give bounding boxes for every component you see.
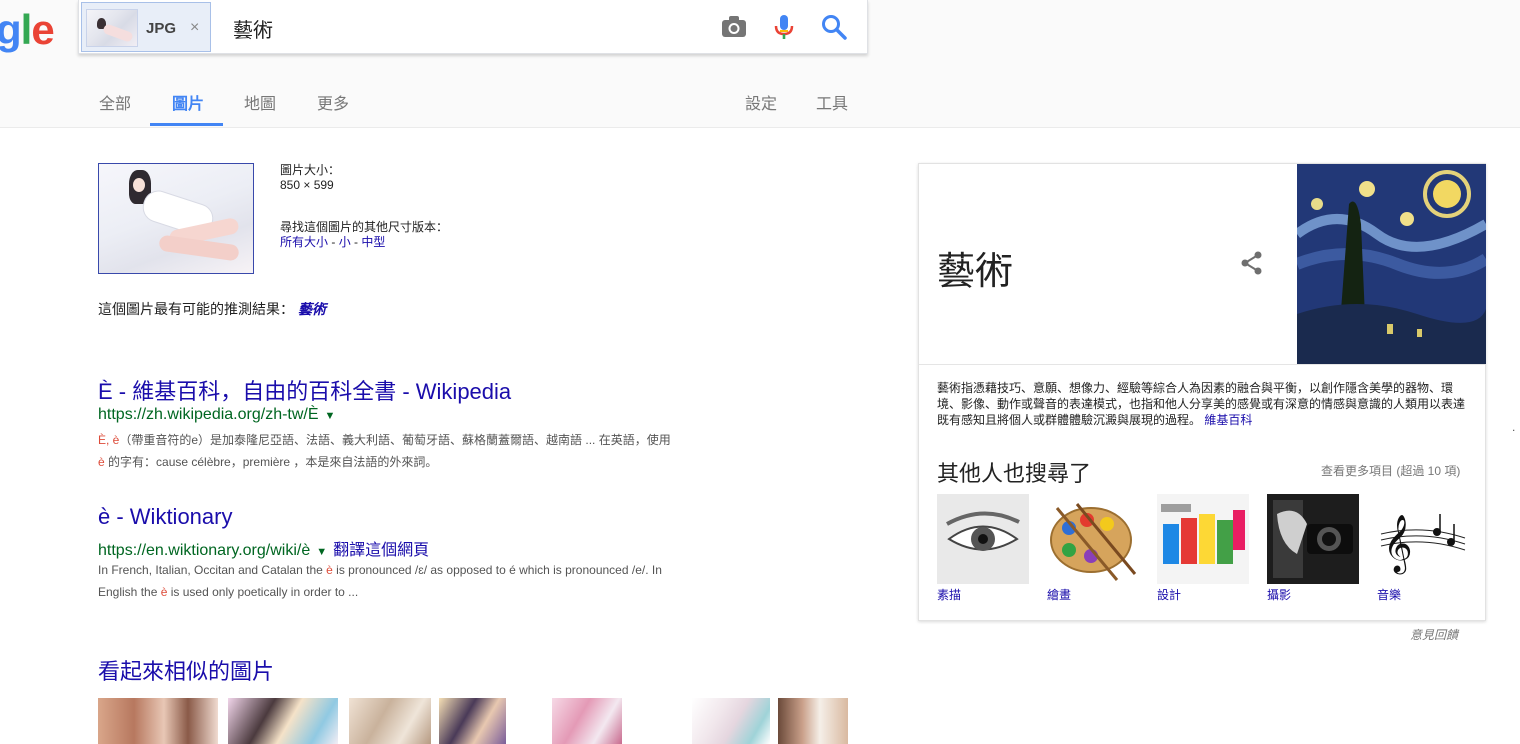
knowledge-panel-title: 藝術: [937, 249, 1014, 293]
share-icon[interactable]: [1239, 250, 1265, 276]
image-search-chip[interactable]: JPG ×: [81, 2, 211, 52]
search-box[interactable]: JPG × 藝術: [78, 0, 868, 54]
result-title[interactable]: è - Wiktionary: [98, 504, 232, 530]
tab-more[interactable]: 更多: [317, 90, 349, 114]
tab-settings[interactable]: 設定: [745, 90, 777, 114]
similar-image[interactable]: [692, 698, 770, 744]
related-tile-sketch[interactable]: 素描: [937, 494, 1029, 603]
stray-dot: .: [1512, 420, 1516, 434]
camera-icon[interactable]: [719, 12, 749, 42]
also-searched-heading: 其他人也搜尋了: [937, 461, 1092, 486]
image-size-info: 圖片大小： 850 × 599: [280, 163, 340, 193]
search-input[interactable]: 藝術: [233, 14, 273, 43]
similar-image[interactable]: [778, 698, 848, 744]
painting-illustration: [1297, 164, 1486, 364]
logo-letter: g: [0, 6, 22, 53]
design-image: [1157, 494, 1249, 584]
result-url: https://en.wiktionary.org/wiki/è ▼ 翻譯這個網頁: [98, 536, 429, 560]
other-sizes-info: 尋找這個圖片的其他尺寸版本： 所有大小 - 小 - 中型: [280, 220, 448, 250]
image-size-label: 圖片大小：: [280, 163, 341, 177]
tab-maps[interactable]: 地圖: [244, 90, 276, 114]
similar-image[interactable]: [98, 698, 218, 744]
similar-image[interactable]: [228, 698, 338, 744]
related-tile-label: 素描: [937, 588, 962, 602]
chip-label: JPG: [146, 20, 177, 37]
related-tile-label: 繪畫: [1047, 588, 1072, 602]
size-link-all[interactable]: 所有大小: [280, 235, 328, 249]
snippet-text: （帶重音符的e）是加泰隆尼亞語、法語、義大利語、葡萄牙語、蘇格蘭蓋爾語、越南語 …: [119, 433, 671, 447]
header: gle JPG × 藝術 全部 圖片 地圖 更多 設定 工具: [0, 0, 1520, 128]
knowledge-panel-description: 藝術指憑藉技巧、意願、想像力、經驗等綜合人為因素的融合與平衡，以創作隱含美學的器…: [937, 380, 1467, 428]
snippet-highlight: è: [326, 563, 333, 577]
tab-all[interactable]: 全部: [99, 90, 131, 114]
snippet-text: In French, Italian, Occitan and Catalan …: [98, 563, 327, 577]
source-link[interactable]: 維基百科: [1204, 413, 1252, 427]
snippet-text: English the: [98, 585, 161, 599]
svg-text:𝄞: 𝄞: [1383, 514, 1413, 575]
result-snippet: È, è（帶重音符的e）是加泰隆尼亞語、法語、義大利語、葡萄牙語、蘇格蘭蓋爾語、…: [98, 429, 708, 473]
snippet-highlight: È, è: [98, 433, 120, 447]
similar-images-heading[interactable]: 看起來相似的圖片: [98, 654, 274, 686]
result-url-text: https://en.wiktionary.org/wiki/è: [98, 542, 311, 559]
starry-night-image[interactable]: [1297, 164, 1486, 364]
size-link-small[interactable]: 小: [339, 235, 351, 249]
best-guess-link[interactable]: 藝術: [298, 301, 326, 317]
size-link-medium[interactable]: 中型: [361, 235, 385, 249]
query-image-thumbnail: [86, 9, 138, 47]
size-separator: -: [350, 235, 362, 249]
search-icon[interactable]: [819, 12, 849, 42]
result-url-text: https://zh.wikipedia.org/zh-tw/È: [98, 406, 319, 423]
active-tab-indicator: [150, 123, 223, 126]
snippet-highlight: è: [98, 455, 105, 469]
size-separator: -: [328, 235, 339, 249]
feedback-link[interactable]: 意見回饋: [1410, 626, 1458, 643]
related-tile-label: 音樂: [1377, 588, 1402, 602]
snippet-text: is used only poetically in order to ...: [167, 585, 359, 599]
result-snippet: In French, Italian, Occitan and Catalan …: [98, 559, 708, 603]
palette-image: [1047, 494, 1139, 584]
logo-letter: e: [31, 6, 54, 53]
chevron-down-icon[interactable]: ▼: [325, 410, 336, 422]
divider: [919, 364, 1485, 365]
related-tile-label: 設計: [1157, 588, 1182, 602]
best-guess: 這個圖片最有可能的推測結果： 藝術: [98, 299, 326, 319]
related-tile-design[interactable]: 設計: [1157, 494, 1249, 603]
see-more-link[interactable]: 查看更多項目 (超過 10 項): [1321, 462, 1460, 479]
google-logo[interactable]: gle: [0, 6, 55, 54]
related-tile-label: 攝影: [1267, 588, 1292, 602]
logo-letter: l: [20, 6, 33, 53]
best-guess-label: 這個圖片最有可能的推測結果：: [98, 301, 294, 317]
tab-images[interactable]: 圖片: [172, 90, 204, 114]
related-tile-painting[interactable]: 繪畫: [1047, 494, 1139, 603]
description-text: 藝術指憑藉技巧、意願、想像力、經驗等綜合人為因素的融合與平衡，以創作隱含美學的器…: [937, 381, 1466, 427]
translate-link[interactable]: 翻譯這個網頁: [333, 542, 429, 559]
knowledge-panel: 藝術 藝術指憑藉技巧、意願、想像力、經驗等綜合人為因素的融合與平衡，以創作隱含美…: [918, 163, 1486, 621]
eye-sketch-image: [937, 494, 1029, 584]
result-title[interactable]: È - 維基百科，自由的百科全書 - Wikipedia: [98, 374, 511, 406]
snippet-text: 的字有：cause célèbre，première ，本是來自法語的外來詞。: [104, 455, 438, 469]
similar-image[interactable]: [439, 698, 506, 744]
similar-image[interactable]: [552, 698, 622, 744]
photographer-image: [1267, 494, 1359, 584]
related-tile-music[interactable]: 𝄞 音樂: [1377, 494, 1469, 603]
image-size-value: 850 × 599: [280, 178, 334, 192]
close-icon[interactable]: ×: [190, 19, 199, 37]
similar-image[interactable]: [349, 698, 431, 744]
chevron-down-icon[interactable]: ▼: [316, 546, 327, 558]
result-url: https://zh.wikipedia.org/zh-tw/È ▼: [98, 406, 335, 424]
microphone-icon[interactable]: [769, 12, 799, 42]
music-notes-image: 𝄞: [1377, 494, 1469, 584]
related-tile-photography[interactable]: 攝影: [1267, 494, 1359, 603]
other-sizes-label: 尋找這個圖片的其他尺寸版本：: [280, 220, 449, 234]
size-links: 所有大小 - 小 - 中型: [280, 235, 448, 250]
query-image[interactable]: [98, 163, 254, 274]
snippet-text: is pronounced /ɛ/ as opposed to é which …: [332, 563, 662, 577]
image-detail: [133, 178, 145, 192]
tab-tools[interactable]: 工具: [816, 90, 848, 114]
